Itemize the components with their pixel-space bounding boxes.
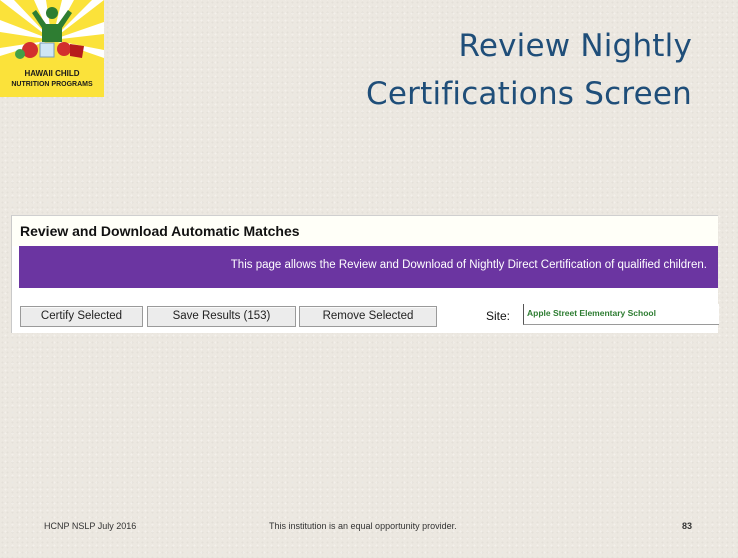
footer-left: HCNP NSLP July 2016 [44, 521, 137, 531]
certify-selected-button[interactable]: Certify Selected [20, 306, 143, 327]
panel-header: Review and Download Automatic Matches [12, 216, 718, 246]
banner-text: This page allows the Review and Download… [230, 259, 707, 271]
info-banner: This page allows the Review and Download… [19, 246, 718, 288]
panel-heading: Review and Download Automatic Matches [20, 223, 300, 239]
save-results-button[interactable]: Save Results (153) [147, 306, 296, 327]
remove-selected-button[interactable]: Remove Selected [299, 306, 437, 327]
slide-title-line1: Review Nightly [458, 28, 692, 64]
slide-title-line2: Certifications Screen [366, 76, 692, 112]
logo-line1: HAWAII CHILD [24, 69, 79, 78]
logo-line2: NUTRITION PROGRAMS [11, 81, 93, 88]
hawaii-child-nutrition-logo: HAWAII CHILD NUTRITION PROGRAMS [0, 0, 104, 97]
site-select[interactable]: Apple Street Elementary School [523, 304, 719, 325]
site-label: Site: [486, 309, 511, 323]
site-value: Apple Street Elementary School [527, 308, 656, 318]
review-download-panel: Review and Download Automatic Matches Th… [11, 215, 719, 333]
page-number: 83 [682, 521, 693, 531]
footer-center: This institution is an equal opportunity… [269, 521, 457, 531]
slide-title: Review Nightly Certifications Screen [272, 22, 692, 118]
